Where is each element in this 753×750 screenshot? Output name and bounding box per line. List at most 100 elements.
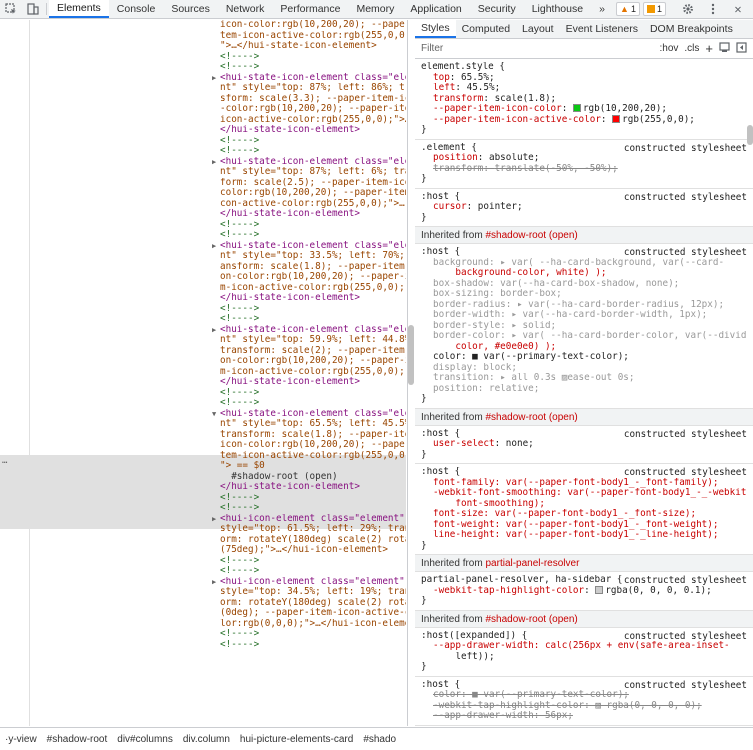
prop-value[interactable]: rgb(10,200,20);	[583, 104, 667, 114]
rule-source-link[interactable]: constructed stylesheet	[624, 467, 747, 478]
dom-line[interactable]: transform: scale(1.8); --paper-item-	[220, 430, 406, 441]
rule-resolver[interactable]: constructed stylesheet partial-panel-res…	[415, 572, 753, 611]
prop-value[interactable]: pointer;	[478, 202, 523, 212]
declaration[interactable]: line-height: var(--paper-font-body1_-_li…	[421, 530, 747, 541]
breadcrumb-item[interactable]: hui-picture-elements-card	[235, 734, 358, 745]
tab-console[interactable]: Console	[109, 0, 164, 18]
comment-node[interactable]: <!---->	[220, 640, 406, 651]
prop-name[interactable]: --paper-item-icon-active-color	[433, 115, 601, 125]
elements-tree-panel[interactable]: … icon-color:rgb(10,200,20); --paper-i te…	[0, 20, 408, 726]
prop-name[interactable]: transform	[433, 94, 483, 104]
comment-node[interactable]: <!---->	[220, 230, 406, 241]
expand-arrow-icon[interactable]: ▶	[212, 515, 216, 523]
prop-name[interactable]: top	[433, 73, 450, 83]
declaration[interactable]: border-width: ▸ var(--ha-card-border-wid…	[421, 310, 747, 321]
close-icon[interactable]: ✕	[727, 2, 749, 16]
comment-node[interactable]: <!---->	[220, 556, 406, 567]
declaration[interactable]: box-shadow: var(--ha-card-box-shadow, no…	[421, 279, 747, 290]
dom-line[interactable]: <hui-state-icon-element class="eleme	[220, 241, 406, 252]
dom-line[interactable]: </hui-state-icon-element>	[220, 293, 406, 304]
dom-line[interactable]: -color:rgb(10,200,20); --paper-item-	[220, 104, 406, 115]
dom-line[interactable]: </hui-state-icon-element>	[220, 482, 406, 493]
rule-source-link[interactable]: constructed stylesheet	[624, 680, 747, 691]
dom-line[interactable]: nt" style="top: 87%; left: 86%; tran	[220, 83, 406, 94]
rule-host-font[interactable]: constructed stylesheet :host { font-fami…	[415, 464, 753, 555]
prop-value[interactable]: rgba(0, 0, 0, 0.1);	[605, 586, 711, 596]
dom-line[interactable]: orm: rotateY(180deg) scale(2) rotate	[220, 598, 406, 609]
declaration[interactable]: transition: ▸ all 0.3s ▨ease-out 0s;	[421, 373, 747, 384]
prop-value[interactable]: absolute;	[489, 153, 539, 163]
dom-line[interactable]: (75deg);">…</hui-icon-element>	[220, 545, 406, 556]
styles-filter-input[interactable]: Filter	[421, 43, 443, 54]
rule-source-link[interactable]: constructed stylesheet	[624, 631, 747, 642]
expand-arrow-icon[interactable]: ▶	[212, 158, 216, 166]
declaration[interactable]: color, #e0e0e0) );	[421, 342, 747, 353]
more-options-icon[interactable]	[702, 3, 724, 15]
tab-styles[interactable]: Styles	[415, 20, 456, 38]
color-swatch-red[interactable]	[612, 114, 621, 123]
dom-line[interactable]: <hui-icon-element class="element"	[220, 577, 406, 588]
declaration[interactable]: font-smoothing);	[421, 499, 747, 510]
dom-line[interactable]: </hui-state-icon-element>	[220, 125, 406, 136]
rule-host-overridden[interactable]: constructed stylesheet :host { color: ■ …	[415, 677, 753, 726]
dom-line[interactable]: transform: scale(2); --paper-item-ic	[220, 346, 406, 357]
declaration-overridden[interactable]: color: ■ var(--primary-text-color);	[421, 690, 747, 701]
tab-performance[interactable]: Performance	[272, 0, 348, 18]
expand-arrow-icon[interactable]: ▶	[212, 74, 216, 82]
toggle-sidebar-icon[interactable]	[736, 41, 747, 56]
dom-line[interactable]: sform: scale(3.3); --paper-item-icon	[220, 94, 406, 105]
dom-line[interactable]: </hui-state-icon-element>	[220, 209, 406, 220]
host-card-declarations[interactable]: background: ▸ var( --ha-card-background,…	[421, 258, 747, 395]
dom-line[interactable]: con-active-color:rgb(255,0,0);">…	[220, 199, 406, 210]
comment-node[interactable]: <!---->	[220, 136, 406, 147]
prop-value[interactable]: 65.5%;	[461, 73, 495, 83]
tab-lighthouse[interactable]: Lighthouse	[524, 0, 591, 18]
declaration[interactable]: --app-drawer-width: calc(256px + env(saf…	[421, 641, 747, 652]
prop-value-overridden[interactable]: translate(-50%, -50%);	[495, 164, 618, 174]
dom-line[interactable]: on-color:rgb(10,200,20); --paper-ite	[220, 272, 406, 283]
color-swatch-green[interactable]	[572, 104, 581, 112]
comment-node[interactable]: <!---->	[220, 52, 406, 63]
tab-dom-breakpoints[interactable]: DOM Breakpoints	[644, 20, 739, 38]
prop-value[interactable]: none;	[506, 439, 534, 449]
host-font-declarations[interactable]: font-family: var(--paper-font-body1_-_fo…	[421, 478, 747, 541]
dom-line[interactable]: m-icon-active-color:rgb(255,0,0);">…	[220, 283, 406, 294]
dom-line[interactable]: icon-active-color:rgb(255,0,0);">…	[220, 115, 406, 126]
rule-element-style[interactable]: element.style { top: 65.5%; left: 45.5%;…	[415, 59, 753, 140]
rule-host-cursor[interactable]: constructed stylesheet :host { cursor: p…	[415, 189, 753, 227]
tab-sources[interactable]: Sources	[163, 0, 218, 18]
comment-node[interactable]: <!---->	[220, 493, 406, 504]
declaration-overridden[interactable]: --app-drawer-width: 56px;	[421, 711, 747, 722]
dom-line[interactable]: lor:rgb(0,0,0);">…</hui-icon-element>	[220, 619, 406, 630]
inherited-source[interactable]: partial-panel-resolver	[485, 558, 579, 569]
breadcrumb-item[interactable]: #shadow-root	[42, 734, 113, 745]
expand-arrow-icon[interactable]: ▶	[212, 326, 216, 334]
dom-line[interactable]: style="top: 34.5%; left: 19%; transf	[220, 587, 406, 598]
dom-line[interactable]: nt" style="top: 59.9%; left: 44.8%;	[220, 335, 406, 346]
comment-node[interactable]: <!---->	[220, 62, 406, 73]
hover-state-toggle[interactable]: :hov	[660, 43, 679, 54]
prop-name[interactable]: cursor	[433, 202, 467, 212]
prop-name-overridden[interactable]: transform	[433, 164, 483, 174]
issues-badge[interactable]: 1	[642, 2, 666, 16]
tab-security[interactable]: Security	[470, 0, 524, 18]
prop-name[interactable]: left	[433, 83, 455, 93]
breadcrumb-item[interactable]: #shado	[358, 734, 401, 745]
dom-line[interactable]: <hui-icon-element class="element"	[220, 514, 406, 525]
declaration[interactable]: font-family: var(--paper-font-body1_-_fo…	[421, 478, 747, 489]
inherited-source[interactable]: #shadow-root (open)	[485, 230, 577, 241]
dom-line[interactable]: form: scale(2.5); --paper-item-icon-	[220, 178, 406, 189]
breadcrumb-item[interactable]: div.column	[178, 734, 235, 745]
expand-arrow-icon[interactable]: ▶	[212, 242, 216, 250]
new-rule-icon[interactable]: +	[705, 41, 713, 56]
declaration[interactable]: border-radius: ▸ var(--ha-card-border-ra…	[421, 300, 747, 311]
tab-network[interactable]: Network	[218, 0, 273, 18]
declaration[interactable]: font-size: var(--paper-font-body1_-_font…	[421, 509, 747, 520]
dom-tree[interactable]: icon-color:rgb(10,200,20); --paper-i tem-…	[220, 20, 406, 650]
rule-host-expanded[interactable]: constructed stylesheet :host([expanded])…	[415, 628, 753, 677]
comment-node[interactable]: <!---->	[220, 503, 406, 514]
dom-line[interactable]: nt" style="top: 65.5%; left: 45.5%;	[220, 419, 406, 430]
dom-line[interactable]: <hui-state-icon-element class="eleme	[220, 157, 406, 168]
declaration[interactable]: font-weight: var(--paper-font-body1_-_fo…	[421, 520, 747, 531]
rule-source-link[interactable]: constructed stylesheet	[624, 143, 747, 154]
